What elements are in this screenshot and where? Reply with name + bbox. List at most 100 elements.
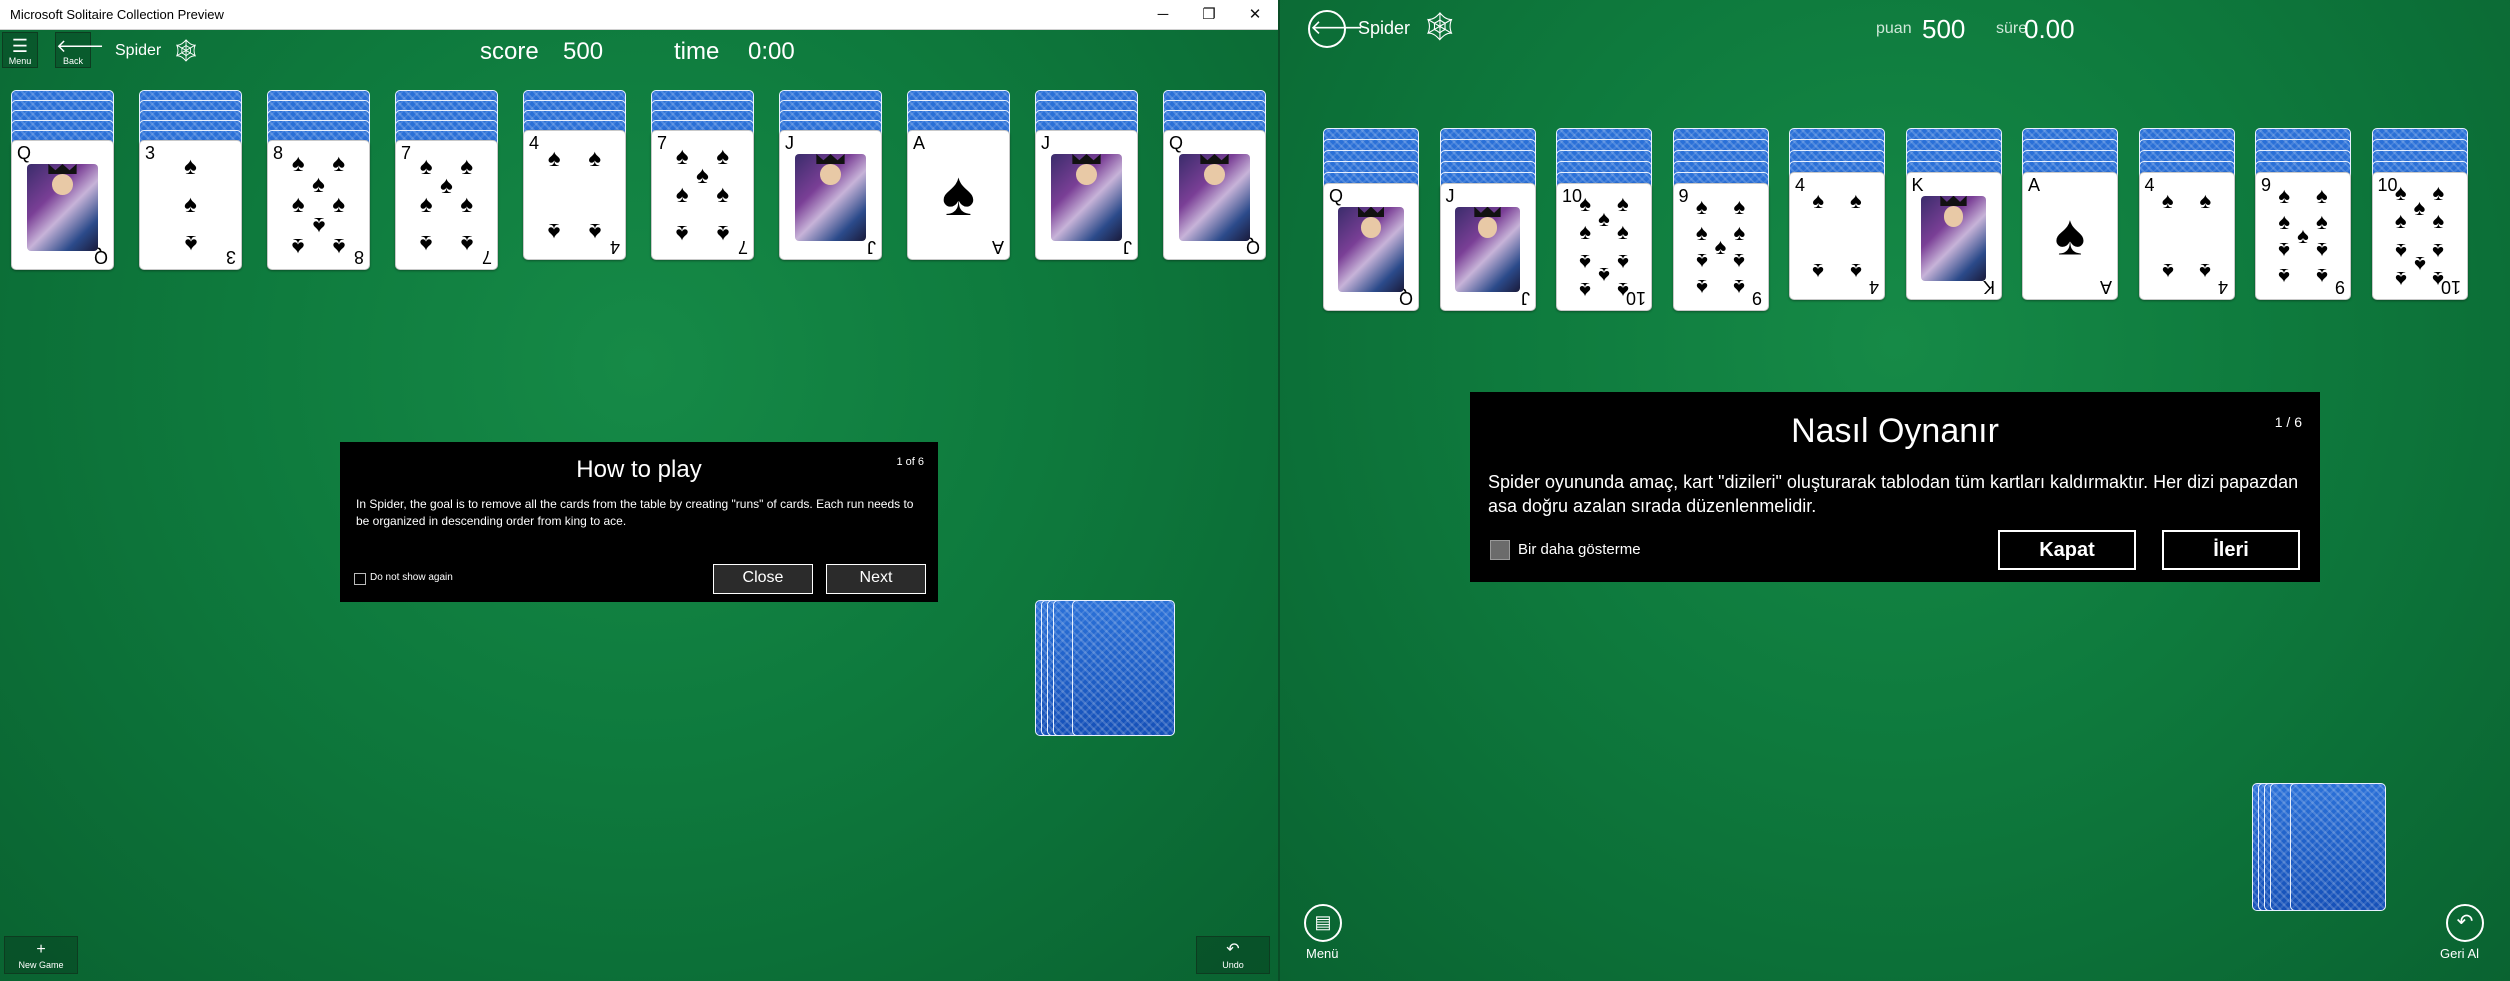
menu-button[interactable]: ☰ Menu [2, 32, 38, 68]
playing-card[interactable]: KK [1905, 172, 2002, 300]
spade-icon: ♠ [2315, 182, 2328, 208]
playing-card[interactable]: 10 10 ♠ ♠ ♠ ♠ ♠ ♠ ♠ ♠ ♠ ♠ [2371, 172, 2468, 300]
spade-icon: ♠ [2278, 264, 2291, 290]
playing-card[interactable]: 4 4 ♠ ♠ ♠ ♠ [2138, 172, 2235, 300]
back-arrow-icon: 🡐 [56, 36, 105, 56]
card-rank: K [1911, 175, 1924, 195]
playing-card[interactable]: QQ [11, 140, 114, 270]
back-arrow-icon[interactable]: 🡐 [1308, 10, 1364, 48]
card-rank-inverted: 4 [609, 237, 620, 257]
new-game-button[interactable]: + New Game [4, 936, 78, 974]
playing-card[interactable]: QQ [1163, 130, 1266, 260]
card-rank: 9 [2261, 175, 2272, 195]
spade-icon: ♠ [675, 181, 689, 208]
spade-icon: ♠ [2394, 207, 2407, 233]
spade-icon: ♠ [2054, 203, 2086, 268]
new-game-label: New Game [18, 960, 64, 970]
undo-label: Undo [1222, 960, 1244, 970]
card-rank-inverted: 9 [2334, 277, 2345, 297]
spade-icon: ♠ [716, 181, 730, 208]
score-value: 500 [563, 38, 604, 65]
score-label: score [480, 38, 539, 65]
hamburger-icon: ☰ [11, 36, 29, 56]
back-label: Back [62, 56, 83, 66]
dialog-body: In Spider, the goal is to remove all the… [356, 497, 914, 528]
spade-icon: ♠ [1733, 275, 1746, 301]
spade-icon: ♠ [588, 145, 602, 173]
spade-icon: ♠ [332, 232, 346, 260]
undo-icon[interactable]: ↶ [2446, 904, 2484, 942]
how-to-play-dialog: Nasıl Oynanır 1 / 6 Spider oyununda amaç… [1470, 392, 2320, 582]
court-figure-icon [1338, 206, 1404, 293]
do-not-show-checkbox[interactable] [354, 573, 366, 585]
card-back-top[interactable] [1072, 600, 1175, 736]
spade-icon: ♠ [1812, 187, 1825, 213]
court-figure-icon [795, 154, 866, 242]
spider-web-icon: 🕸 [1422, 11, 1458, 42]
undo-label: Geri Al [2440, 946, 2480, 961]
playing-card[interactable]: 9 9 ♠ ♠ ♠ ♠ ♠ ♠ ♠ ♠ ♠ [2255, 172, 2351, 300]
playing-card[interactable]: JJ [779, 130, 882, 260]
spade-icon: ♠ [1733, 248, 1746, 274]
playing-card[interactable]: A A ♠ [2022, 172, 2118, 300]
score-value: 500 [1922, 14, 1966, 44]
spade-icon: ♠ [1849, 259, 1862, 285]
spade-icon: ♠ [547, 145, 561, 173]
back-button[interactable]: 🡐 Back [55, 32, 105, 68]
close-button[interactable]: Kapat [1998, 530, 2136, 570]
time-value: 0.00 [2024, 14, 2075, 44]
playing-card[interactable]: 4 4 ♠ ♠ ♠ ♠ [523, 130, 626, 260]
court-figure-icon [1051, 154, 1122, 242]
spade-icon: ♠ [2315, 237, 2328, 263]
card-rank-inverted: A [991, 237, 1004, 257]
playing-card[interactable]: 4 4 ♠ ♠ ♠ ♠ [1789, 172, 1885, 300]
playing-card[interactable]: 9 9 ♠ ♠ ♠ ♠ ♠ ♠ ♠ ♠ ♠ [1672, 183, 1769, 311]
next-button[interactable]: İleri [2162, 530, 2300, 570]
close-window-button[interactable]: ✕ [1232, 0, 1278, 30]
how-to-play-dialog: How to play 1 of 6 In Spider, the goal i… [340, 442, 938, 602]
do-not-show-checkbox[interactable] [1490, 540, 1510, 560]
card-rank-inverted: 7 [481, 247, 492, 267]
spade-icon: ♠ [1616, 218, 1629, 244]
dialog-body: Spider oyununda amaç, kart "dizileri" ol… [1488, 472, 2299, 516]
spade-icon: ♠ [2432, 180, 2445, 206]
dialog-title: Nasıl Oynanır [1791, 412, 1999, 450]
playing-card[interactable]: 7 7 ♠ ♠ ♠ ♠ ♠ ♠ ♠ [651, 130, 754, 260]
spider-web-icon: 🕸 [172, 38, 200, 63]
spade-icon: ♠ [547, 217, 561, 245]
playing-card[interactable]: 8 8 ♠ ♠ ♠ ♠ ♠ ♠ ♠ ♠ [267, 140, 370, 270]
playing-card[interactable]: A A ♠ [907, 130, 1010, 260]
spade-icon: ♠ [2432, 207, 2445, 233]
playing-card[interactable]: QQ [1323, 183, 1419, 311]
court-figure-icon [27, 164, 98, 252]
restore-button[interactable]: ❐ [1186, 0, 1232, 30]
card-rank: Q [1329, 186, 1344, 206]
playing-card[interactable]: JJ [1439, 183, 1536, 311]
next-button[interactable]: Next [826, 564, 926, 594]
card-rank-inverted: Q [1245, 237, 1260, 257]
spade-icon: ♠ [716, 220, 730, 248]
undo-button[interactable]: ↶ Undo [1196, 936, 1270, 974]
minimize-button[interactable]: ─ [1140, 0, 1186, 30]
playing-card[interactable]: 10 10 ♠ ♠ ♠ ♠ ♠ ♠ ♠ ♠ ♠ ♠ [1556, 183, 1652, 311]
spade-icon: ♠ [184, 191, 197, 218]
playing-card[interactable]: JJ [1035, 130, 1138, 260]
menu-book-icon[interactable]: ▤ [1304, 904, 1342, 942]
card-rank: 7 [401, 143, 412, 163]
card-rank: 3 [145, 143, 156, 163]
spade-icon: ♠ [941, 159, 976, 229]
spade-icon: ♠ [2278, 182, 2291, 208]
close-button[interactable]: Close [713, 564, 813, 594]
card-rank-inverted: 4 [1868, 277, 1879, 297]
spade-icon: ♠ [1849, 187, 1862, 213]
card-rank-inverted: 4 [2218, 277, 2229, 297]
spade-icon: ♠ [675, 220, 689, 248]
time-value: 0:00 [748, 38, 795, 65]
spade-icon: ♠ [2432, 266, 2445, 292]
spade-icon: ♠ [1616, 250, 1629, 276]
playing-card[interactable]: 7 7 ♠ ♠ ♠ ♠ ♠ ♠ ♠ [395, 140, 498, 270]
spade-icon: ♠ [1616, 277, 1629, 303]
playing-card[interactable]: 3 3 ♠ ♠ ♠ [139, 140, 242, 270]
card-back-top[interactable] [2290, 783, 2386, 911]
spade-icon: ♠ [1812, 259, 1825, 285]
